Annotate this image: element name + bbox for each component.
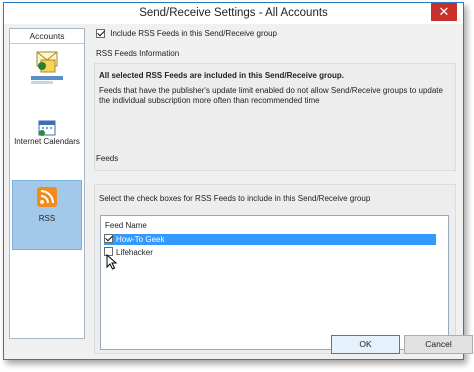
feeds-box: Select the check boxes for RSS Feeds to … [94,184,456,354]
dialog-title: Send/Receive Settings - All Accounts [139,7,328,19]
feed-row-how-to-geek[interactable]: How-To Geek [104,234,436,245]
sidebar-item-label: Internet Calendars [14,137,80,146]
include-rss-checkbox[interactable] [96,29,105,39]
feed-row-lifehacker[interactable]: Lifehacker [104,247,436,258]
feed-name-column-header: Feed Name [105,221,147,230]
accounts-header: Accounts [10,29,84,44]
cancel-button[interactable]: Cancel [404,335,473,354]
feeds-section-label: Feeds [96,154,119,163]
email-account-icon [31,51,63,84]
sidebar-item-email-account[interactable] [12,46,82,96]
feeds-list[interactable]: Feed Name How-To Geek Lifehacker [100,215,449,350]
sidebar-item-rss[interactable]: RSS [12,180,82,250]
sidebar-item-internet-calendars[interactable]: Internet Calendars [12,119,82,159]
title-bar: Send/Receive Settings - All Accounts ✕ [4,3,463,24]
ok-button[interactable]: OK [331,335,400,354]
rss-info-box: All selected RSS Feeds are included in t… [94,63,456,171]
rss-info-section-label: RSS Feeds Information [96,49,180,58]
feed-name: How-To Geek [116,235,165,244]
send-receive-settings-dialog: Send/Receive Settings - All Accounts ✕ A… [3,2,473,360]
rss-icon [37,187,57,207]
rss-info-bold-text: All selected RSS Feeds are included in t… [99,71,344,80]
rss-info-text: Feeds that have the publisher's update l… [99,86,443,105]
feed-checkbox[interactable] [104,234,113,244]
include-rss-label: Include RSS Feeds in this Send/Receive g… [110,29,277,39]
mouse-cursor-icon [106,254,118,270]
internet-calendar-icon [38,120,56,136]
feed-name: Lifehacker [116,248,153,257]
close-button[interactable]: ✕ [431,3,457,21]
accounts-sidebar: Accounts Internet Calendars RSS [9,28,85,339]
sidebar-item-label: RSS [38,214,56,223]
feeds-instruction: Select the check boxes for RSS Feeds to … [99,194,371,203]
include-rss-row[interactable]: Include RSS Feeds in this Send/Receive g… [96,29,277,39]
